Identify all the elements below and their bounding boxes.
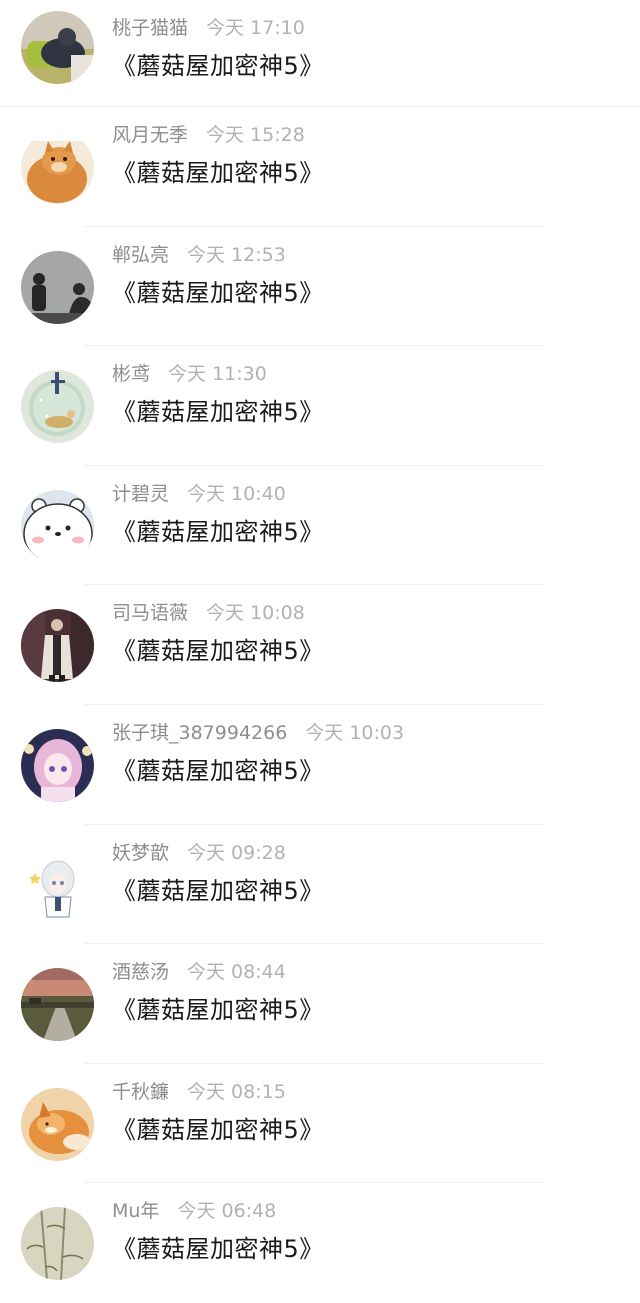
sender-name[interactable]: 彬鸢	[112, 363, 150, 385]
avatar-photo-fox[interactable]	[21, 1087, 94, 1161]
message-time: 今天 06:48	[177, 1200, 277, 1223]
sender-name[interactable]: 桃子猫猫	[112, 17, 188, 39]
avatar-photo-cat[interactable]	[21, 131, 94, 204]
sender-name[interactable]: 千秋鐮	[112, 1081, 169, 1103]
list-item[interactable]: 妖梦歆 今天 09:28 《蘑菇屋加密神5》	[0, 825, 640, 945]
message-text: 《蘑菇屋加密神5》	[112, 1115, 324, 1144]
avatar-photo-man-coat[interactable]	[21, 609, 94, 683]
avatar-anime-girl-white-hair[interactable]	[21, 848, 94, 922]
message-text: 《蘑菇屋加密神5》	[112, 52, 324, 80]
sender-name[interactable]: 司马语薇	[112, 602, 188, 624]
message-text: 《蘑菇屋加密神5》	[112, 159, 324, 187]
message-text: 《蘑菇屋加密神5》	[112, 876, 324, 905]
sender-name[interactable]: 酒慈汤	[112, 961, 169, 983]
list-item[interactable]: 风月无季 今天 15:28 《蘑菇屋加密神5》	[0, 107, 640, 227]
message-text: 《蘑菇屋加密神5》	[112, 996, 324, 1025]
avatar-anime-girl-pink[interactable]	[21, 728, 94, 802]
sender-name[interactable]: Mu年	[112, 1200, 159, 1222]
message-time: 今天 09:28	[187, 841, 286, 864]
message-time: 今天 11:30	[168, 363, 267, 386]
message-text: 《蘑菇屋加密神5》	[112, 517, 324, 546]
message-text: 《蘑菇屋加密神5》	[112, 637, 324, 666]
message-time: 今天 10:08	[206, 602, 305, 625]
message-list: 桃子猫猫 今天 17:10 《蘑菇屋加密神5》 风月无季 今天 15:28 《蘑菇屋…	[0, 0, 640, 1303]
sender-name[interactable]: 张子琪_387994266	[112, 722, 287, 744]
message-text: 《蘑菇屋加密神5》	[112, 1235, 324, 1264]
avatar-photo-snow-globe[interactable]	[21, 370, 94, 444]
sender-name[interactable]: 郸弘亮	[112, 244, 169, 266]
message-time: 今天 08:15	[187, 1080, 286, 1103]
list-item[interactable]: 千秋鐮 今天 08:15 《蘑菇屋加密神5》	[0, 1064, 640, 1184]
message-text: 《蘑菇屋加密神5》	[112, 278, 324, 307]
message-time: 今天 17:10	[206, 17, 305, 39]
sender-name[interactable]: 计碧灵	[112, 483, 169, 505]
avatar-photo-bamboo[interactable]	[21, 1207, 94, 1281]
message-text: 《蘑菇屋加密神5》	[112, 756, 324, 785]
sender-name[interactable]: 妖梦歆	[112, 842, 169, 864]
list-item[interactable]: 郸弘亮 今天 12:53 《蘑菇屋加密神5》	[0, 227, 640, 347]
list-item[interactable]: 张子琪_387994266 今天 10:03 《蘑菇屋加密神5》	[0, 705, 640, 825]
message-text: 《蘑菇屋加密神5》	[112, 398, 324, 427]
list-item[interactable]: 酒慈汤 今天 08:44 《蘑菇屋加密神5》	[0, 944, 640, 1064]
message-time: 今天 10:40	[187, 482, 286, 505]
avatar-photo-silhouettes[interactable]	[21, 250, 94, 324]
list-item[interactable]: 彬鸢 今天 11:30 《蘑菇屋加密神5》	[0, 346, 640, 466]
list-item[interactable]: Mu年 今天 06:48 《蘑菇屋加密神5》	[0, 1183, 640, 1303]
list-item[interactable]: 司马语薇 今天 10:08 《蘑菇屋加密神5》	[0, 585, 640, 705]
message-time: 今天 10:03	[305, 721, 405, 744]
avatar-photo-sunset-road[interactable]	[21, 968, 94, 1042]
avatar-photo-person-sofa[interactable]	[21, 11, 94, 84]
list-item[interactable]: 计碧灵 今天 10:40 《蘑菇屋加密神5》	[0, 466, 640, 586]
message-time: 今天 12:53	[187, 243, 286, 266]
list-item[interactable]: 桃子猫猫 今天 17:10 《蘑菇屋加密神5》	[0, 0, 640, 107]
message-time: 今天 08:44	[187, 961, 286, 984]
sender-name[interactable]: 风月无季	[112, 124, 188, 146]
avatar-cartoon-white-bear[interactable]	[21, 489, 94, 563]
message-time: 今天 15:28	[206, 124, 305, 146]
